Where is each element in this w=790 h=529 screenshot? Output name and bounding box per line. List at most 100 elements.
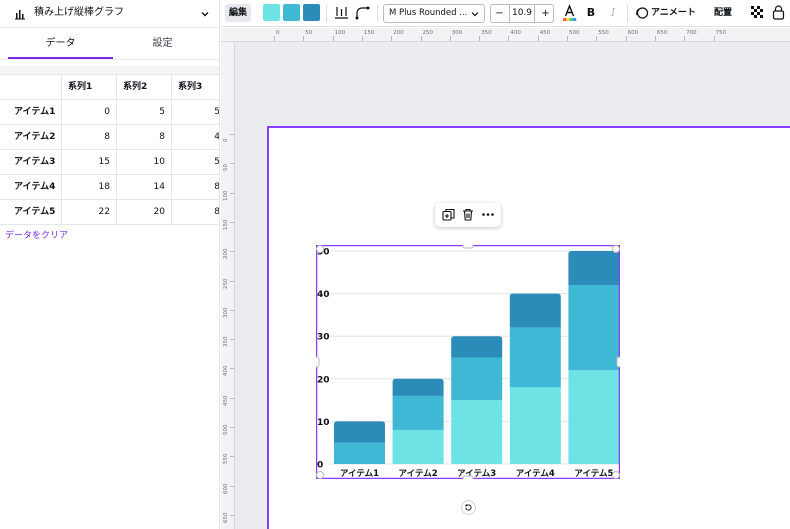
- resize-handle: [316, 471, 324, 479]
- lock-icon[interactable]: [772, 5, 785, 20]
- value-cell[interactable]: 5: [117, 100, 172, 125]
- header-cell[interactable]: 系列2: [117, 75, 172, 100]
- element-context-toolbar: [435, 203, 501, 227]
- ruler-tick: [230, 309, 234, 311]
- bar-segment: [334, 421, 385, 443]
- value-cell[interactable]: 8: [172, 200, 219, 225]
- table-row: アイテム2 8 8 4: [0, 125, 219, 150]
- value-cell[interactable]: 10: [117, 150, 172, 175]
- ruler-tick: [230, 397, 234, 399]
- font-name: M Plus Rounded ...: [389, 8, 468, 18]
- transparency-icon[interactable]: [751, 6, 764, 19]
- chart-element[interactable]: 0 10 20 30 40 50 アイテム1 アイテム2 アイテム3 アイテム4 アイテム5: [316, 245, 620, 479]
- header-cell[interactable]: 系列1: [62, 75, 117, 100]
- ruler-tick: [230, 251, 234, 253]
- stacked-bar-chart[interactable]: 01020304050アイテム1 アイテム2 アイテム3 アイテム4 アイテム5: [316, 245, 620, 479]
- tab-data[interactable]: データ: [8, 30, 113, 59]
- ruler-tick-label: 550: [223, 453, 229, 465]
- row-label-cell[interactable]: アイテム1: [0, 100, 62, 125]
- ruler-tick: [508, 36, 510, 41]
- ruler-tick: [449, 36, 451, 41]
- series2-color-swatch[interactable]: [283, 4, 300, 21]
- duplicate-icon[interactable]: [442, 208, 455, 221]
- panel-header[interactable]: 積み上げ縦棒グラフ: [0, 0, 219, 28]
- bar-segment: [334, 442, 385, 464]
- panel-tabs: データ 設定: [0, 30, 219, 60]
- value-cell[interactable]: 15: [62, 150, 117, 175]
- italic-button[interactable]: I: [607, 5, 619, 21]
- ruler-tick-label: 650: [223, 512, 229, 523]
- value-cell[interactable]: 5: [172, 150, 219, 175]
- table-row: アイテム4 18 14 8: [0, 175, 219, 200]
- bar-segment: [568, 251, 620, 286]
- ruler-tick: [230, 485, 234, 487]
- y-tick-label: 10: [317, 418, 330, 428]
- ruler-corner: [221, 28, 255, 42]
- corner-rounding-icon[interactable]: [355, 5, 370, 20]
- bar-segment: [509, 293, 561, 328]
- value-cell[interactable]: 5: [172, 100, 219, 125]
- vertical-ruler[interactable]: 0 50 100 150 200 250 300 350 400 450 500 550 600 650: [221, 42, 235, 529]
- row-label-cell[interactable]: アイテム4: [0, 175, 62, 200]
- ruler-tick-label: 250: [223, 278, 229, 289]
- value-cell[interactable]: 20: [117, 200, 172, 225]
- value-cell[interactable]: 22: [62, 200, 117, 225]
- ruler-tick: [479, 36, 481, 41]
- ruler-tick-label: 600: [223, 483, 229, 494]
- bar-segment: [392, 395, 444, 430]
- font-size-input[interactable]: 10.9: [509, 5, 535, 22]
- value-cell[interactable]: 4: [172, 125, 219, 150]
- ruler-tick: [684, 36, 686, 41]
- animate-icon: [636, 7, 649, 19]
- ruler-tick-label: 200: [393, 30, 404, 36]
- row-label-cell[interactable]: アイテム3: [0, 150, 62, 175]
- table-corner-cell[interactable]: [0, 75, 62, 100]
- value-cell[interactable]: 14: [117, 175, 172, 200]
- value-cell[interactable]: 0: [62, 100, 117, 125]
- increase-font-size-button[interactable]: +: [537, 5, 554, 22]
- ruler-tick-label: 300: [223, 307, 229, 318]
- ruler-tick-label: 0: [223, 138, 229, 143]
- edit-button[interactable]: 編集: [225, 4, 251, 22]
- ruler-tick: [303, 36, 305, 41]
- row-label-cell[interactable]: アイテム2: [0, 125, 62, 150]
- clear-data-link[interactable]: データをクリア: [5, 229, 68, 243]
- value-cell[interactable]: 8: [172, 175, 219, 200]
- ruler-tick-label: 200: [223, 248, 229, 260]
- bar-spacing-icon[interactable]: [334, 5, 349, 20]
- tab-settings[interactable]: 設定: [110, 30, 215, 58]
- series3-color-swatch[interactable]: [303, 4, 320, 21]
- value-cell[interactable]: 18: [62, 175, 117, 200]
- table-row: アイテム1 0 5 5: [0, 100, 219, 125]
- value-cell[interactable]: 8: [62, 125, 117, 150]
- ruler-tick-label: 450: [539, 30, 551, 36]
- ruler-tick-label: 150: [363, 30, 375, 36]
- font-family-select[interactable]: M Plus Rounded ...: [383, 4, 485, 23]
- header-cell[interactable]: 系列3: [172, 75, 219, 100]
- ruler-tick-label: 400: [223, 365, 229, 377]
- more-options-icon[interactable]: [481, 208, 495, 221]
- animate-label: アニメート: [651, 8, 696, 18]
- rotate-icon[interactable]: [461, 500, 476, 515]
- chevron-down-icon[interactable]: [198, 7, 212, 21]
- bold-button[interactable]: B: [585, 5, 597, 21]
- resize-handle: [316, 356, 320, 368]
- value-cell[interactable]: 8: [117, 125, 172, 150]
- ruler-tick-label: 300: [451, 30, 463, 36]
- row-label-cell[interactable]: アイテム5: [0, 200, 62, 225]
- horizontal-ruler[interactable]: 0 50 100 150 200 250 300 350 400 450 500 550 600 650 7…: [255, 28, 790, 42]
- text-color-icon[interactable]: [562, 4, 577, 22]
- series1-color-swatch[interactable]: [263, 4, 280, 21]
- decrease-font-size-button[interactable]: −: [491, 5, 508, 22]
- bar-segment: [509, 387, 561, 464]
- ruler-tick: [596, 36, 598, 41]
- bar-segment: [392, 378, 444, 396]
- ruler-tick-label: 700: [686, 30, 697, 36]
- tab-divider: [0, 59, 219, 60]
- ruler-tick: [230, 456, 234, 458]
- trash-icon[interactable]: [462, 208, 474, 221]
- position-button[interactable]: 配置: [714, 6, 732, 20]
- animate-button[interactable]: アニメート: [635, 4, 701, 22]
- table-row: アイテム5 22 20 8: [0, 200, 219, 225]
- resize-handle: [462, 245, 474, 249]
